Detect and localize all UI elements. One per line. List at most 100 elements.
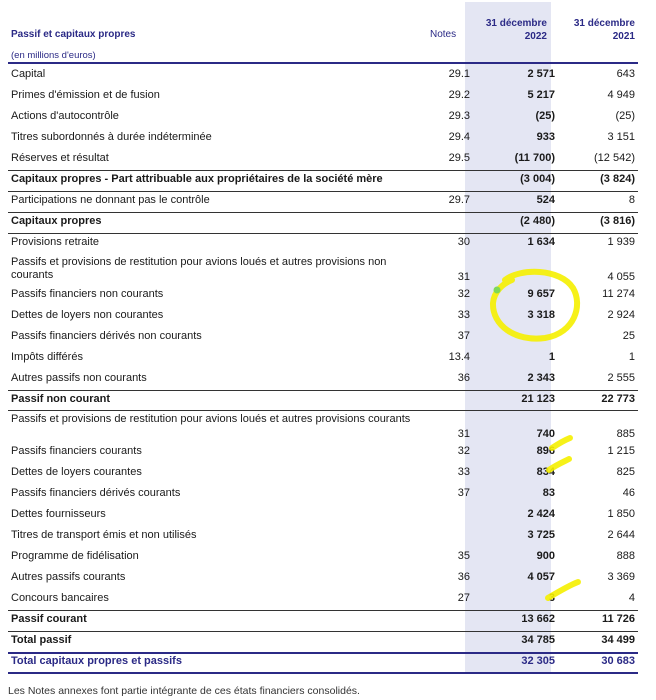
row-separator <box>8 652 638 654</box>
row-label: Capital <box>11 68 46 80</box>
value-2022: (11 700) <box>514 152 555 164</box>
value-2022: (3 004) <box>520 173 555 185</box>
row-note: 13.4 <box>448 351 470 363</box>
row-label: Passifs financiers courants <box>11 445 142 457</box>
value-2021: 4 949 <box>607 89 635 101</box>
value-2022: 896 <box>536 445 555 457</box>
value-2022: 21 123 <box>521 393 555 405</box>
row-note: 29.3 <box>448 110 470 122</box>
row-note: 30 <box>457 236 470 248</box>
row-note: 36 <box>457 372 470 384</box>
table-row: Impôts différés 13.4 1 1 <box>8 351 638 371</box>
table-row: Titres subordonnés à durée indéterminée 2… <box>8 131 638 151</box>
row-note: 29.7 <box>448 194 470 206</box>
value-2021: 2 644 <box>607 529 635 541</box>
row-label: Capitaux propres - Part attribuable aux … <box>11 173 383 185</box>
value-2022: 32 305 <box>521 655 555 667</box>
table-row: Provisions retraite 30 1 634 1 939 <box>8 236 638 256</box>
row-note: 33 <box>457 309 470 321</box>
value-2021: 3 369 <box>607 571 635 583</box>
value-2022: 83 <box>542 487 555 499</box>
row-note: 37 <box>457 487 470 499</box>
value-2021: (3 824) <box>600 173 635 185</box>
row-label: Capitaux propres <box>11 215 102 227</box>
row-note: 31 <box>457 428 470 440</box>
row-label: Passifs et provisions de restitution pou… <box>11 256 387 281</box>
value-2022: 34 785 <box>521 634 555 646</box>
row-label: Passifs et provisions de restitution pou… <box>11 413 411 425</box>
row-note: 29.1 <box>448 68 470 80</box>
row-note: 32 <box>457 445 470 457</box>
row-label: Passif non courant <box>11 393 111 405</box>
row-note: 27 <box>457 592 470 604</box>
header-rule <box>8 62 638 64</box>
table-row: Capitaux propres - Part attribuable aux … <box>8 173 638 193</box>
value-2022: 4 057 <box>527 571 555 583</box>
row-label: Titres subordonnés à durée indéterminée <box>11 131 212 143</box>
table-row: Concours bancaires 27 3 4 <box>8 592 638 612</box>
value-2021: 643 <box>616 68 635 80</box>
row-label: Total passif <box>11 634 72 646</box>
row-label: Réserves et résultat <box>11 152 109 164</box>
value-2022: 3 725 <box>527 529 555 541</box>
value-2021: 30 683 <box>601 655 635 667</box>
value-2022: 2 424 <box>527 508 555 520</box>
table-row: Passifs financiers dérivés non courants 3… <box>8 330 638 350</box>
row-label: Impôts différés <box>11 351 83 363</box>
value-2022: 740 <box>536 428 555 440</box>
value-2021: 8 <box>628 194 635 206</box>
table-row: Réserves et résultat 29.5 (11 700) (12 542) <box>8 152 638 172</box>
row-separator <box>8 610 638 611</box>
value-2021: 1 850 <box>607 508 635 520</box>
row-label: Dettes de loyers non courantes <box>11 309 164 321</box>
row-note: 37 <box>457 330 470 342</box>
value-2021: 4 055 <box>607 271 635 283</box>
row-separator <box>8 170 638 171</box>
table-row: Passifs financiers non courants 32 9 657 11… <box>8 288 638 308</box>
value-2021: 888 <box>616 550 635 562</box>
row-separator <box>8 191 638 192</box>
value-2021: 34 499 <box>601 634 635 646</box>
row-label: Autres passifs courants <box>11 571 126 583</box>
row-label: Dettes fournisseurs <box>11 508 106 520</box>
table-row: Passif courant 13 662 11 726 <box>8 613 638 633</box>
value-2021: 22 773 <box>601 393 635 405</box>
table-row: Participations ne donnant pas le contrôl… <box>8 194 638 214</box>
value-2021: 1 <box>628 351 635 363</box>
value-2022: 5 217 <box>527 89 555 101</box>
value-2021: (25) <box>615 110 635 122</box>
value-2022: 524 <box>536 194 555 206</box>
value-2022: 1 <box>548 351 555 363</box>
table-row: Autres passifs courants 36 4 057 3 369 <box>8 571 638 591</box>
value-2021: 2 555 <box>607 372 635 384</box>
table-row: Dettes de loyers non courantes 33 3 318 2 9… <box>8 309 638 329</box>
table-row: Passifs financiers courants 32 896 1 215 <box>8 445 638 465</box>
value-2021: 885 <box>616 428 635 440</box>
value-2021: (3 816) <box>600 215 635 227</box>
row-separator <box>8 631 638 632</box>
value-2021: 11 274 <box>602 288 635 300</box>
row-label: Total capitaux propres et passifs <box>11 655 182 667</box>
row-label: Provisions retraite <box>11 236 100 248</box>
value-2022: 900 <box>536 550 555 562</box>
value-2021: 1 215 <box>607 445 635 457</box>
row-note: 29.2 <box>448 89 470 101</box>
row-label: Primes d'émission et de fusion <box>11 89 160 101</box>
value-2022: 3 318 <box>527 309 555 321</box>
table-title: Passif et capitaux propres <box>11 29 136 40</box>
row-label: Dettes de loyers courantes <box>11 466 142 478</box>
unit-label: (en millions d'euros) <box>11 50 96 61</box>
row-label: Passif courant <box>11 613 87 625</box>
row-separator <box>8 212 638 213</box>
value-2021: 3 151 <box>607 131 635 143</box>
table-row: Passifs et provisions de restitution pou… <box>8 256 638 286</box>
value-2021: 825 <box>616 466 635 478</box>
value-2022: 933 <box>536 131 555 143</box>
table-row: Dettes de loyers courantes 33 834 825 <box>8 466 638 486</box>
value-2021: 25 <box>622 330 635 342</box>
col-header-2021: 31 décembre 2021 <box>573 18 635 42</box>
row-note: 33 <box>457 466 470 478</box>
col-header-2022: 31 décembre 2022 <box>485 18 547 42</box>
row-label: Programme de fidélisation <box>11 550 139 562</box>
row-separator <box>8 233 638 234</box>
